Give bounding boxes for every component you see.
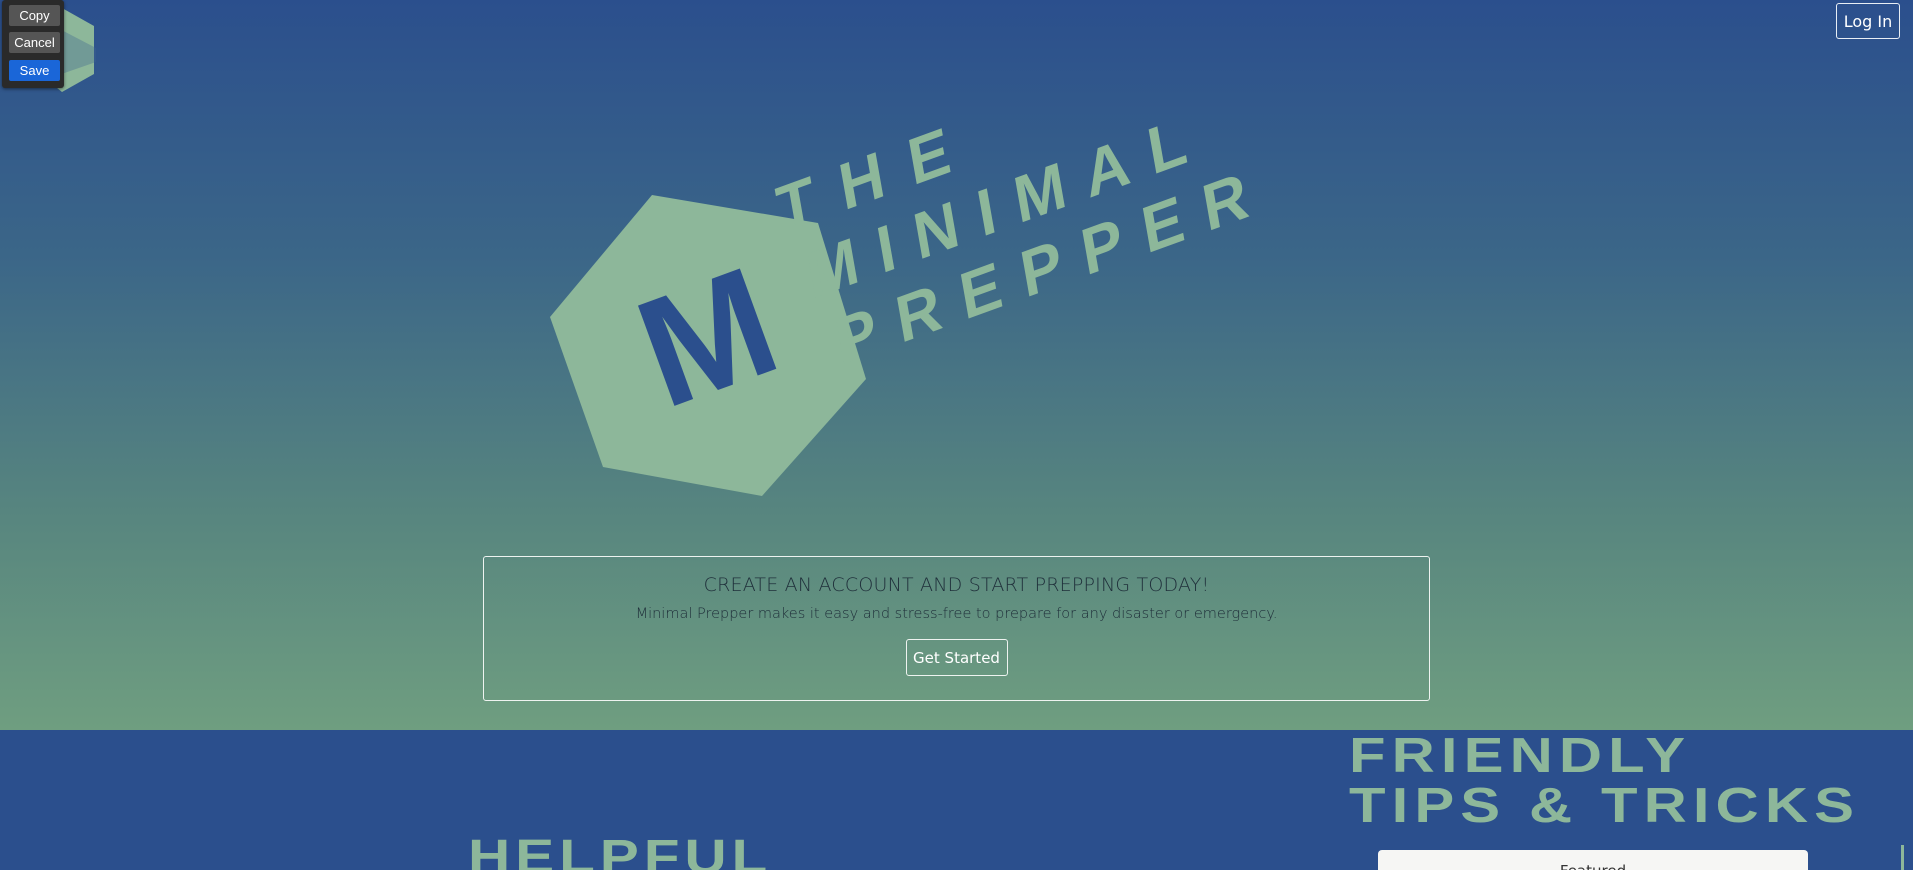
save-button[interactable]: Save xyxy=(9,60,60,81)
scroll-edge-marker xyxy=(1901,845,1904,870)
edit-popup: Copy Cancel Save xyxy=(2,0,64,88)
tips-heading-line1: FRIENDLY xyxy=(1349,730,1692,783)
helpful-heading: HELPFUL xyxy=(468,831,773,870)
tips-heading: FRIENDLY TIPS & TRICKS xyxy=(1349,731,1860,831)
login-button[interactable]: Log In xyxy=(1836,3,1900,39)
tips-heading-line2: TIPS & TRICKS xyxy=(1349,779,1861,833)
copy-button[interactable]: Copy xyxy=(9,5,60,26)
features-section: FRIENDLY TIPS & TRICKS HELPFUL Featured xyxy=(0,730,1913,870)
cta-title: CREATE AN ACCOUNT AND START PREPPING TOD… xyxy=(703,574,1210,596)
minimal-prepper-logo: M THE MINIMAL PREPPER xyxy=(550,103,1256,496)
featured-card[interactable]: Featured xyxy=(1378,850,1808,870)
hero-section: M THE MINIMAL PREPPER CREATE AN ACCOUNT … xyxy=(0,0,1913,730)
cta-subtitle: Minimal Prepper makes it easy and stress… xyxy=(635,606,1278,622)
cta-panel: CREATE AN ACCOUNT AND START PREPPING TOD… xyxy=(483,556,1430,701)
cancel-button[interactable]: Cancel xyxy=(9,32,60,53)
get-started-button[interactable]: Get Started xyxy=(905,639,1008,676)
featured-card-label: Featured xyxy=(1378,862,1808,870)
